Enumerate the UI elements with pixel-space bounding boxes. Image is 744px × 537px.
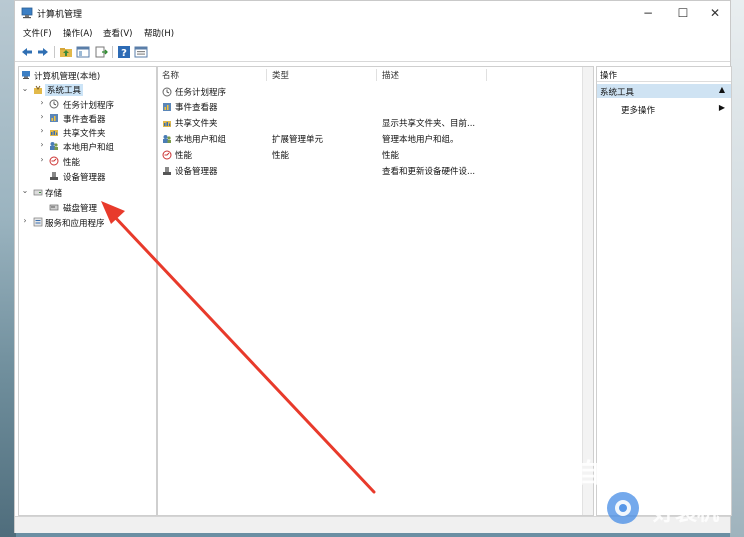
watermark-circle-logo-icon — [607, 492, 639, 524]
watermark-bottom: 好装机 — [603, 489, 743, 529]
watermark-x-logo-icon — [520, 455, 568, 489]
